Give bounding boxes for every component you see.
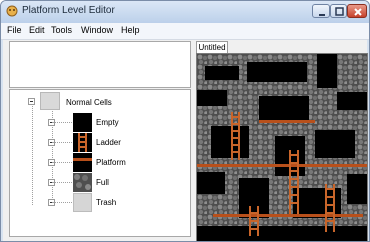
cell-tree: Normal Cells Empty Ladder Platform Full … [9, 89, 191, 237]
tree-line [52, 202, 72, 203]
tree-item-full[interactable]: Full [96, 178, 109, 187]
app-window: Platform Level Editor File Edit Tools Wi… [0, 0, 370, 242]
trash-swatch [73, 193, 92, 212]
close-icon [354, 8, 362, 16]
tree-line [52, 182, 72, 183]
empty-swatch [73, 113, 92, 132]
platform-swatch [73, 153, 92, 172]
tree-line [52, 162, 72, 163]
minimize-button[interactable] [312, 4, 330, 18]
ladder-swatch [73, 133, 92, 152]
menu-window[interactable]: Window [81, 25, 113, 35]
full-swatch [73, 173, 92, 192]
level-canvas[interactable] [196, 53, 368, 241]
title-bar[interactable]: Platform Level Editor [1, 1, 369, 23]
cell-preview-pane [9, 41, 191, 88]
menu-file[interactable]: File [7, 25, 22, 35]
minimize-icon [319, 14, 325, 16]
tree-item-ladder[interactable]: Ladder [96, 138, 121, 147]
tree-item-platform[interactable]: Platform [96, 158, 126, 167]
tree-item-empty[interactable]: Empty [96, 118, 119, 127]
window-title: Platform Level Editor [22, 5, 115, 16]
tree-root-label[interactable]: Normal Cells [66, 98, 112, 107]
maximize-button[interactable] [330, 4, 347, 18]
maximize-icon [335, 7, 344, 16]
root-folder-icon [40, 92, 60, 110]
menu-edit[interactable]: Edit [29, 25, 45, 35]
menu-help[interactable]: Help [121, 25, 140, 35]
tree-line [32, 102, 33, 205]
close-button[interactable] [347, 4, 367, 18]
menu-bar: File Edit Tools Window Help [1, 23, 369, 40]
tree-line [52, 142, 72, 143]
app-icon [6, 5, 18, 17]
root-expander[interactable] [28, 98, 35, 105]
level-map [197, 54, 367, 241]
menu-tools[interactable]: Tools [51, 25, 72, 35]
tree-item-trash[interactable]: Trash [96, 198, 116, 207]
tree-line [52, 122, 72, 123]
